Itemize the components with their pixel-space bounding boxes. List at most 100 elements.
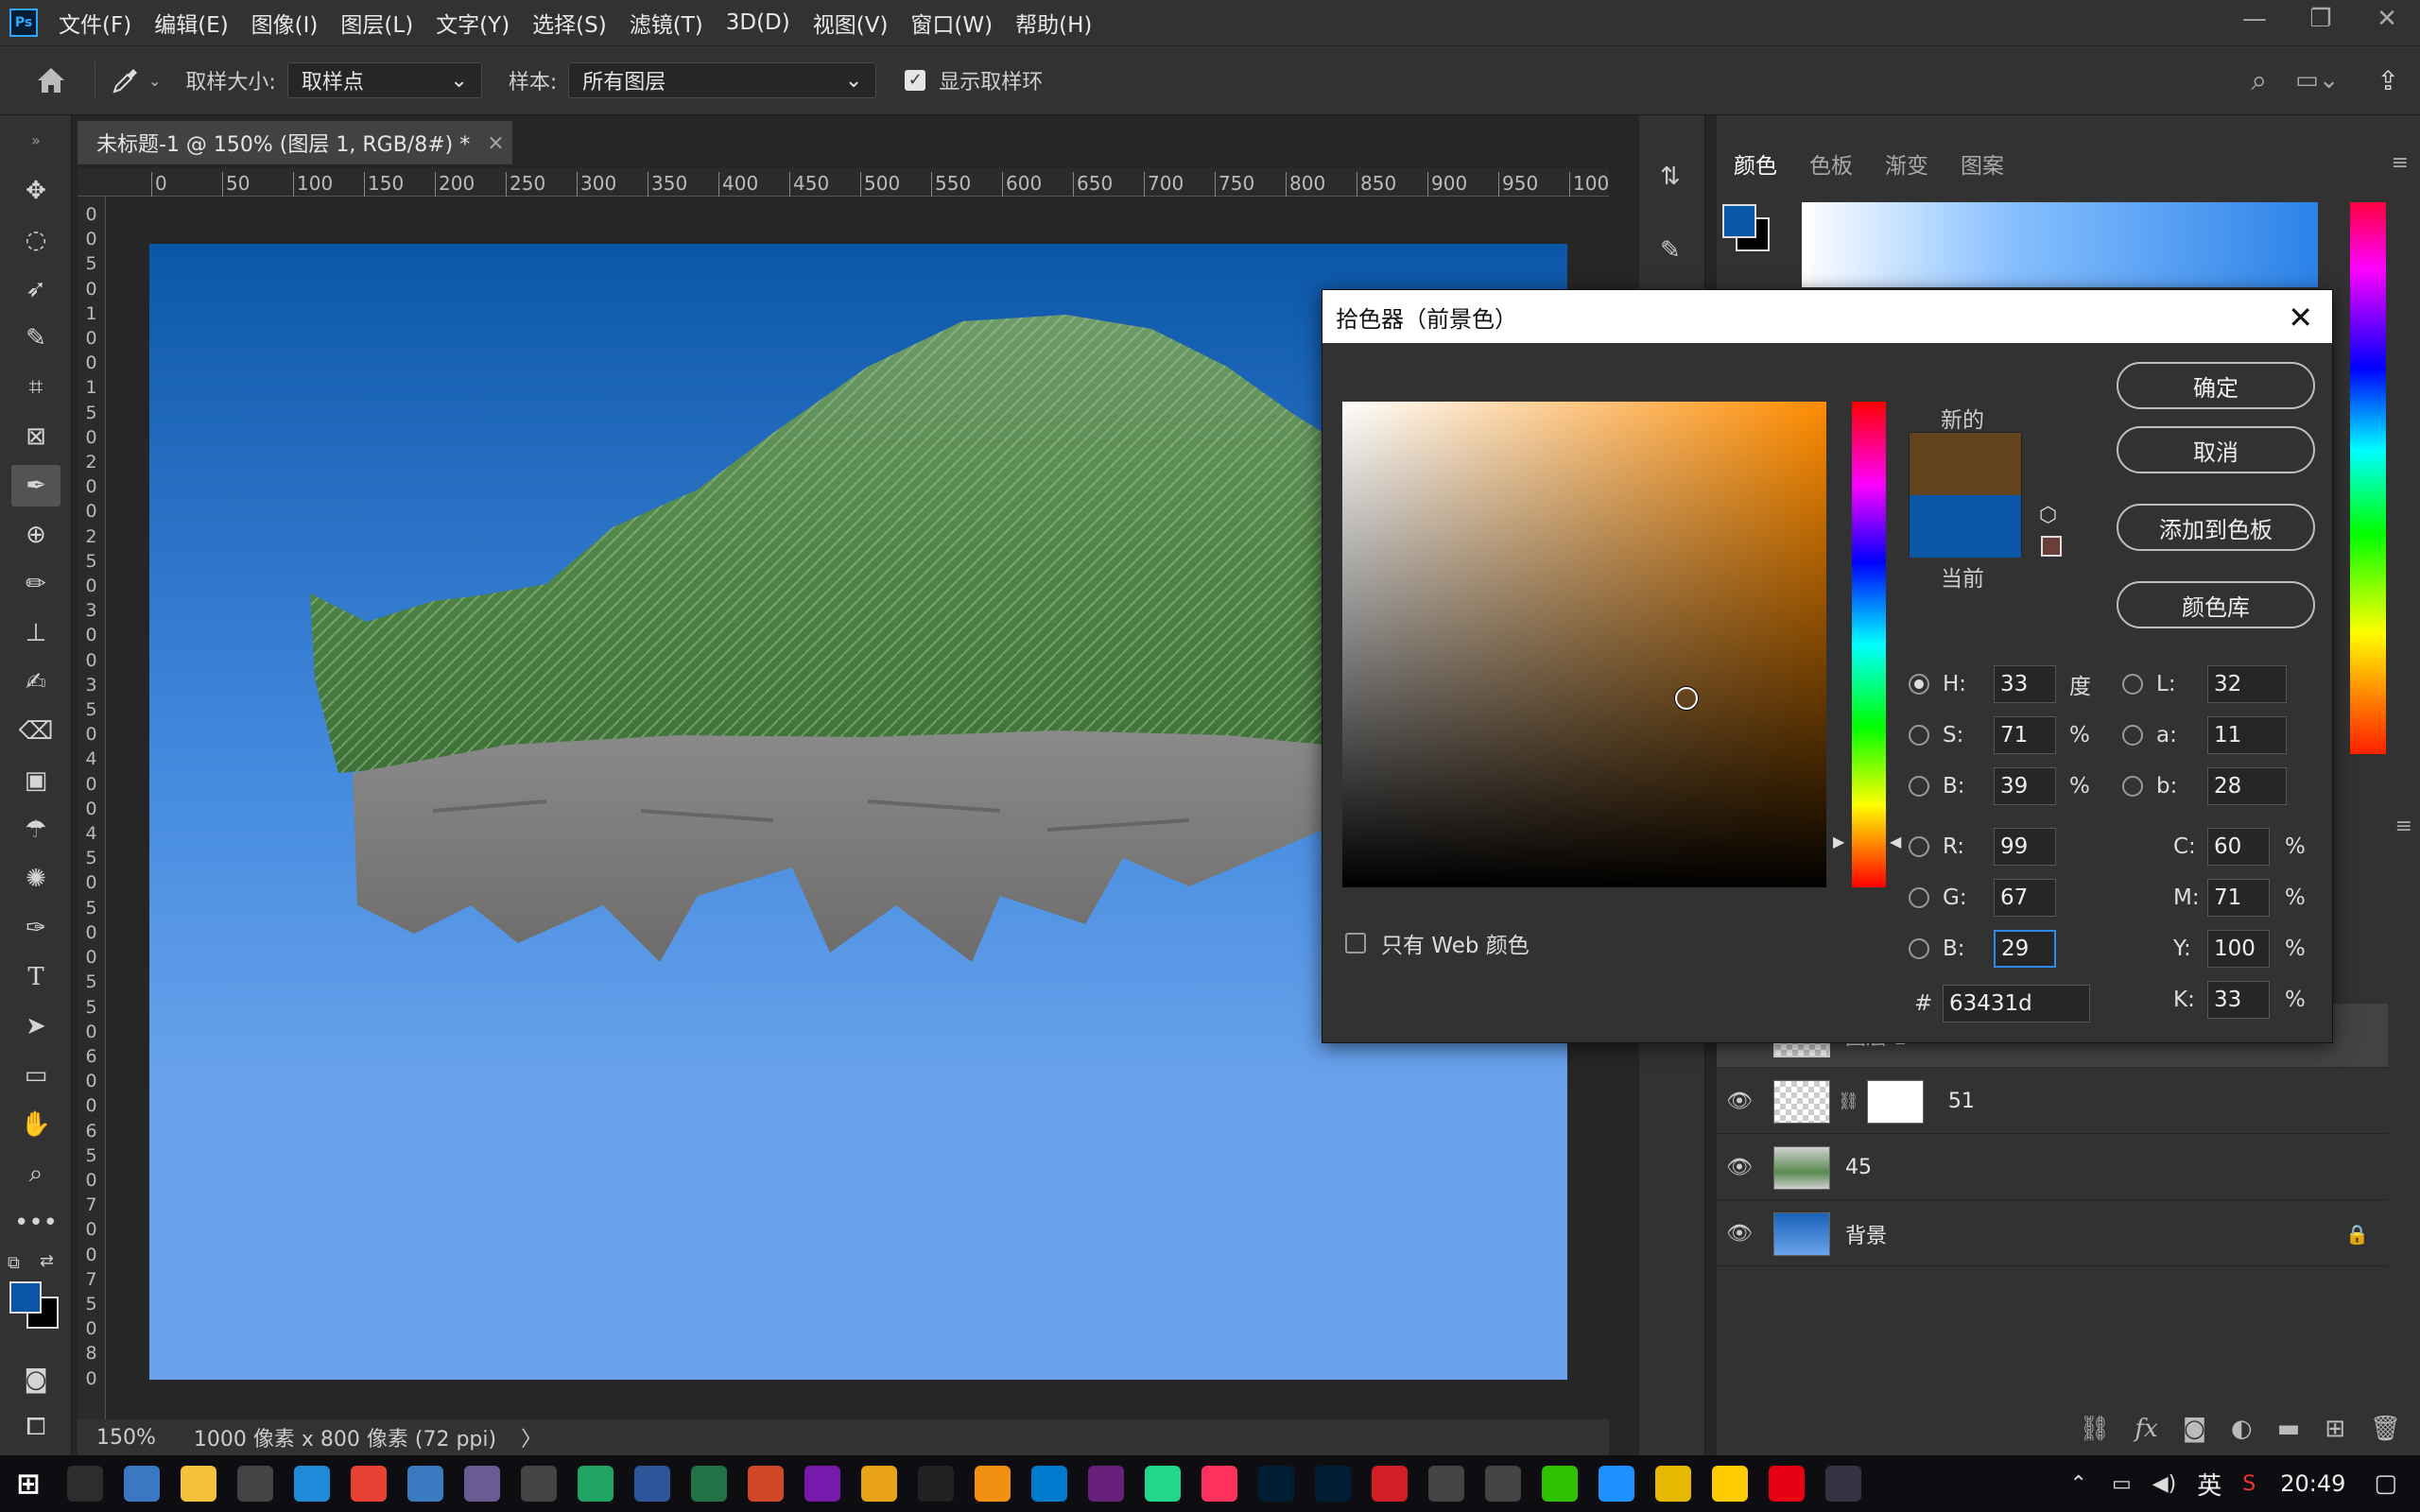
sample-size-select[interactable]: 取样点 ⌄ — [286, 62, 482, 98]
visualstudio-icon[interactable] — [1088, 1466, 1124, 1502]
menu-layer[interactable]: 图层(L) — [340, 7, 413, 39]
chain-link-icon[interactable]: ⛓ — [1838, 1091, 1859, 1111]
a-input[interactable]: 11 — [2207, 716, 2287, 754]
r-input[interactable]: 99 — [1994, 828, 2056, 866]
crop-tool-icon[interactable]: ⌗ — [11, 367, 60, 408]
lightroom-icon[interactable] — [1315, 1466, 1351, 1502]
layer-name[interactable]: 51 — [1948, 1090, 1975, 1113]
h-radio[interactable] — [1909, 674, 1929, 695]
menu-type[interactable]: 文字(Y) — [436, 7, 510, 39]
fx-icon[interactable]: fx — [2135, 1415, 2157, 1443]
sogou-icon[interactable]: S — [2242, 1472, 2256, 1496]
app-icon[interactable] — [1655, 1466, 1691, 1502]
terminal-icon[interactable] — [67, 1466, 103, 1502]
web-only-checkbox[interactable] — [1345, 933, 1366, 954]
adjustment-icon[interactable]: ◐ — [2231, 1415, 2253, 1443]
s-input[interactable]: 71 — [1994, 716, 2056, 754]
saturation-brightness-field[interactable] — [1342, 402, 1826, 887]
y-input[interactable]: 100 — [2207, 930, 2270, 968]
frame-tool-icon[interactable]: ⊠ — [11, 416, 60, 457]
swap-colors-icon[interactable]: ⇄ — [40, 1251, 54, 1271]
app-icon[interactable] — [1599, 1466, 1634, 1502]
history-brush-icon[interactable]: ✍ — [11, 662, 60, 703]
brush-settings-icon[interactable]: ✎ — [1660, 236, 1681, 265]
color-picker-cursor-icon[interactable] — [1675, 687, 1698, 710]
stamp-tool-icon[interactable]: ⊥ — [11, 612, 60, 654]
app-icon[interactable] — [578, 1466, 614, 1502]
minimize-button[interactable]: — — [2221, 0, 2288, 38]
layer-row[interactable]: 👁 ⛓ 51 — [1717, 1070, 2388, 1134]
marquee-tool-icon[interactable]: ◌ — [11, 219, 60, 261]
quick-select-tool-icon[interactable]: ✎ — [11, 318, 60, 359]
hue-slider-left-arrow-icon[interactable]: ▶ — [1833, 833, 1844, 850]
app-icon[interactable] — [1485, 1466, 1521, 1502]
app-icon[interactable] — [464, 1466, 500, 1502]
current-color-swatch[interactable] — [1910, 495, 2021, 558]
layer-mask-thumbnail[interactable] — [1866, 1079, 1924, 1124]
menu-view[interactable]: 视图(V) — [813, 7, 889, 39]
close-icon[interactable]: × — [487, 131, 504, 155]
lasso-tool-icon[interactable]: ➶ — [11, 268, 60, 310]
devtools-icon[interactable] — [918, 1466, 954, 1502]
document-tab[interactable]: 未标题-1 @ 150% (图层 1, RGB/8#) * × — [78, 121, 512, 164]
default-colors-icon[interactable]: ⧉ — [8, 1253, 20, 1273]
web-safe-swatch[interactable] — [2041, 536, 2062, 557]
collapse-icon[interactable]: » — [11, 119, 60, 161]
h-input[interactable]: 33 — [1994, 665, 2056, 703]
k-input[interactable]: 33 — [2207, 981, 2270, 1019]
s-radio[interactable] — [1909, 725, 1929, 746]
home-icon[interactable] — [23, 52, 79, 109]
eye-icon[interactable]: 👁 — [1717, 1090, 1762, 1113]
clock[interactable]: 20:49 — [2280, 1470, 2345, 1497]
menu-window[interactable]: 窗口(W) — [910, 7, 993, 39]
chevron-up-icon[interactable]: ⌃ — [2070, 1472, 2087, 1496]
c-input[interactable]: 60 — [2207, 828, 2270, 866]
sample-select[interactable]: 所有图层 ⌄ — [568, 62, 877, 98]
zoom-level[interactable]: 150% — [96, 1426, 156, 1450]
a-radio[interactable] — [2122, 725, 2143, 746]
eyedropper-preset-icon[interactable]: ⌄ — [111, 65, 161, 95]
cancel-button[interactable]: 取消 — [2117, 426, 2315, 473]
intellij-icon[interactable] — [1201, 1466, 1237, 1502]
calculator-icon[interactable] — [237, 1466, 273, 1502]
lab-b-radio[interactable] — [2122, 776, 2143, 797]
search-icon[interactable]: ⌕ — [2251, 64, 2267, 97]
acrobat-icon[interactable] — [1372, 1466, 1408, 1502]
windows-icon[interactable]: ⊞ — [10, 1466, 46, 1502]
menu-file[interactable]: 文件(F) — [59, 7, 131, 39]
app-icon[interactable] — [861, 1466, 897, 1502]
blue-input[interactable]: 29 — [1994, 930, 2056, 968]
history-icon[interactable]: ⇅ — [1660, 163, 1681, 191]
layer-name[interactable]: 背景 — [1845, 1219, 1887, 1249]
hue-strip[interactable] — [2350, 202, 2386, 754]
menu-help[interactable]: 帮助(H) — [1015, 7, 1092, 39]
restore-button[interactable]: ❐ — [2288, 0, 2354, 38]
menu-image[interactable]: 图像(I) — [251, 7, 319, 39]
out-of-gamut-cube-icon[interactable]: ⬡ — [2039, 504, 2057, 527]
screen-mode-icon[interactable]: ⧠ — [11, 1406, 60, 1448]
ok-button[interactable]: 确定 — [2117, 362, 2315, 409]
hex-input[interactable]: 63431d — [1943, 985, 2090, 1022]
color-ramp[interactable] — [1802, 202, 2318, 287]
eye-icon[interactable]: 👁 — [1717, 1222, 1762, 1246]
r-radio[interactable] — [1909, 836, 1929, 857]
menu-select[interactable]: 选择(S) — [532, 7, 607, 39]
powerpoint-icon[interactable] — [748, 1466, 784, 1502]
app-icon[interactable] — [1428, 1466, 1464, 1502]
type-tool-icon[interactable]: T — [11, 956, 60, 998]
dodge-tool-icon[interactable]: ✺ — [11, 858, 60, 900]
tab-patterns[interactable]: 图案 — [1961, 147, 2004, 180]
netease-icon[interactable] — [1769, 1466, 1805, 1502]
onenote-icon[interactable] — [804, 1466, 840, 1502]
rectangle-tool-icon[interactable]: ▭ — [11, 1055, 60, 1096]
m-input[interactable]: 71 — [2207, 879, 2270, 917]
menu-edit[interactable]: 编辑(E) — [154, 7, 228, 39]
chrome-icon[interactable] — [351, 1466, 387, 1502]
l-input[interactable]: 32 — [2207, 665, 2287, 703]
lock-icon[interactable]: 🔒 — [2345, 1223, 2369, 1246]
add-to-swatches-button[interactable]: 添加到色板 — [2117, 504, 2315, 551]
tab-gradients[interactable]: 渐变 — [1885, 147, 1928, 180]
app-icon[interactable] — [1825, 1466, 1861, 1502]
move-tool-icon[interactable]: ✥ — [11, 170, 60, 212]
blur-tool-icon[interactable]: ☂ — [11, 809, 60, 850]
